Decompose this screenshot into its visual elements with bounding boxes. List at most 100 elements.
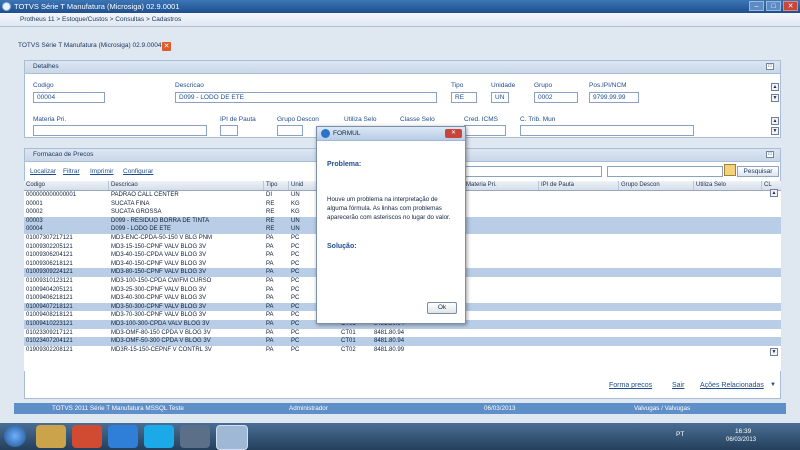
- table-cell: MD3-100-300-CPDA VALV BLOG 3V: [111, 321, 210, 327]
- dialog-close-button[interactable]: ✕: [445, 129, 462, 138]
- minimize-button[interactable]: –: [749, 1, 764, 11]
- table-cell: 01009306204121: [26, 252, 73, 259]
- grid-scroll-down-icon[interactable]: ▼: [770, 348, 778, 356]
- column-header-0[interactable]: Codigo: [24, 181, 109, 190]
- protheus-icon[interactable]: [216, 425, 248, 450]
- table-cell: 01009406218121: [26, 295, 73, 302]
- column-header-2[interactable]: Tipo: [264, 181, 289, 190]
- table-cell: PA: [266, 278, 274, 284]
- status-environment: TOTVS 2011 Série T Manufatura MSSQL Test…: [52, 405, 184, 412]
- column-header-5[interactable]: IPI de Pauta: [539, 181, 619, 190]
- table-cell: 01009310123121: [26, 278, 73, 284]
- table-cell: 01023407204121: [26, 338, 73, 345]
- start-button-icon[interactable]: [4, 425, 26, 447]
- grupo-descon-field[interactable]: [277, 125, 303, 136]
- table-cell: 01009408218121: [26, 312, 73, 319]
- scroll-down-icon[interactable]: ▼: [771, 127, 779, 135]
- table-row[interactable]: 01023407204121 MD3-OMF-50-300 CPDA V BLOG…: [24, 337, 781, 346]
- column-header-3[interactable]: Unid: [289, 181, 317, 190]
- table-cell: PC: [291, 346, 300, 353]
- chrome-icon[interactable]: [72, 425, 102, 448]
- search-icon[interactable]: [724, 164, 736, 176]
- scroll-up-icon[interactable]: ▲: [771, 117, 779, 125]
- table-cell: PA: [266, 338, 274, 345]
- table-cell: MD3-80-150-CPNF VALV BLOG 3V: [111, 269, 207, 276]
- materia-field[interactable]: [33, 125, 207, 136]
- table-cell: MD3R-15-150-CEPNF V CONTRL 3V: [111, 346, 212, 353]
- collapse-icon[interactable]: ▭: [766, 151, 774, 158]
- pos-ipi-field[interactable]: 9799.99.99: [589, 92, 639, 103]
- detalhes-title: Detalhes: [33, 63, 59, 70]
- table-cell: MD3-40-150-CPNF VALV BLOG 3V: [111, 260, 207, 267]
- unidade-label: Unidade: [491, 82, 516, 89]
- tipo-field[interactable]: RE: [451, 92, 477, 103]
- table-cell: 8481.80.99: [374, 346, 405, 353]
- table-cell: PA: [266, 286, 274, 293]
- table-cell: 8481.80.94: [374, 338, 405, 345]
- acoes-relacionadas-link[interactable]: Ações Relacionadas: [700, 382, 764, 389]
- sair-link[interactable]: Sair: [672, 382, 684, 389]
- detalhes-header: Detalhes ▭: [25, 61, 780, 74]
- forma-precos-link[interactable]: Forma precos: [609, 382, 652, 389]
- status-bar: TOTVS 2011 Série T Manufatura MSSQL Test…: [14, 403, 786, 414]
- table-cell: PA: [266, 321, 274, 327]
- app-icon[interactable]: [180, 425, 210, 448]
- table-cell: PA: [266, 346, 274, 353]
- chevron-down-icon[interactable]: ▼: [770, 382, 776, 388]
- table-cell: RE: [266, 217, 275, 224]
- column-header-7[interactable]: Utiliza Selo: [694, 181, 762, 190]
- app-icon: [2, 2, 11, 11]
- maximize-button[interactable]: □: [766, 1, 781, 11]
- status-date: 06/03/2013: [484, 405, 516, 412]
- grupo-field[interactable]: 0002: [534, 92, 578, 103]
- table-cell: 01009404205121: [26, 286, 73, 293]
- pesquisar-button[interactable]: Pesquisar: [737, 166, 779, 177]
- cred-icms-field[interactable]: [464, 125, 506, 136]
- ipi-pauta-label: IPI de Pauta: [220, 116, 256, 123]
- table-cell: 8481.80.94: [374, 329, 405, 336]
- imprimir-link[interactable]: Imprimir: [90, 168, 113, 175]
- codigo-field[interactable]: 00004: [33, 92, 105, 103]
- column-header-1[interactable]: Descricao: [109, 181, 264, 190]
- explorer-icon[interactable]: [36, 425, 66, 448]
- configurar-link[interactable]: Configurar: [123, 168, 153, 175]
- materia-label: Materia Pri.: [33, 116, 67, 123]
- ok-button[interactable]: Ok: [427, 302, 457, 314]
- table-cell: 01009302205121: [26, 243, 73, 250]
- ipi-pauta-field[interactable]: [220, 125, 238, 136]
- breadcrumb-text[interactable]: Protheus 11 > Estoque/Custos > Consultas…: [20, 16, 181, 23]
- column-header-6[interactable]: Grupo Descon: [619, 181, 694, 190]
- table-cell: PA: [266, 295, 274, 302]
- grid-scroll-up-icon[interactable]: ▲: [770, 189, 778, 197]
- table-cell: D099 - LODO DE ETE: [111, 226, 172, 233]
- scroll-up-icon[interactable]: ▲: [771, 83, 779, 91]
- routine-tab[interactable]: TOTVS Série T Manufatura (Microsiga) 02.…: [14, 40, 784, 52]
- table-cell: 00004: [26, 226, 43, 233]
- skype-icon[interactable]: [144, 425, 174, 448]
- table-row[interactable]: 01023309217121 MD3-OMF-80-150 CPDA V BLOG…: [24, 329, 781, 338]
- formul-dialog: FORMUL ✕ Problema: Houve um problema na …: [316, 126, 466, 324]
- scroll-down-icon[interactable]: ▼: [771, 94, 779, 102]
- table-cell: 00001: [26, 200, 43, 207]
- collapse-icon[interactable]: ▭: [766, 63, 774, 70]
- classe-selo-label: Classe Selo: [400, 116, 435, 123]
- close-window-button[interactable]: ✕: [783, 1, 798, 11]
- table-cell: PA: [266, 329, 274, 336]
- ie-icon[interactable]: [108, 425, 138, 448]
- localizar-link[interactable]: Localizar: [30, 168, 56, 175]
- formacao-title: Formacao de Precos: [33, 151, 94, 158]
- table-row[interactable]: 01909302208121 MD3R-15-150-CEPNF V CONTRL…: [24, 346, 781, 355]
- search-input[interactable]: [607, 166, 723, 177]
- clock-date: 06/03/2013: [726, 437, 757, 443]
- table-cell: MD3-50-300-CPNF VALV BLOG 3V: [111, 303, 207, 310]
- unidade-field[interactable]: UN: [491, 92, 509, 103]
- column-header-4[interactable]: Materia Pri.: [464, 181, 539, 190]
- tab-close-icon[interactable]: ✕: [162, 42, 171, 51]
- ctrib-label: C. Trib. Mun: [520, 116, 556, 123]
- descricao-field[interactable]: D099 - LODO DE ETE: [175, 92, 437, 103]
- table-cell: SUCATA GROSSA: [111, 209, 162, 216]
- language-indicator[interactable]: PT: [676, 431, 684, 438]
- ctrib-field[interactable]: [520, 125, 694, 136]
- filtrar-link[interactable]: Filtrar: [63, 168, 80, 175]
- pos-ipi-label: Pos.IPI/NCM: [589, 82, 627, 89]
